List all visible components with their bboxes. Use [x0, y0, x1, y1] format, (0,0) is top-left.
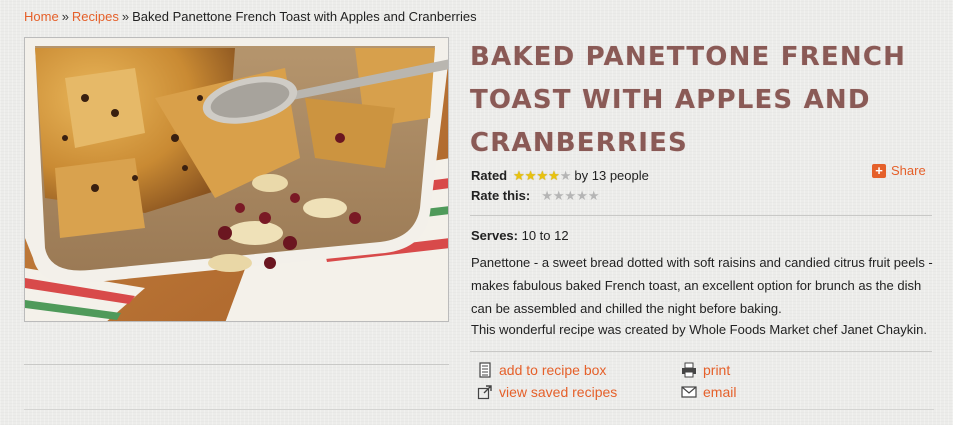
print-link[interactable]: print	[681, 362, 730, 378]
breadcrumb-separator: »	[121, 9, 130, 24]
recipe-description: Panettone - a sweet bread dotted with so…	[471, 255, 933, 316]
rating-summary: Rated ★ ★ ★ ★ ★ by 13 people	[471, 168, 649, 183]
star-filled-icon: ★	[536, 168, 549, 183]
breadcrumb: Home» Recipes» Baked Panettone French Toas…	[24, 9, 477, 24]
average-rating-stars: ★ ★ ★ ★ ★	[513, 169, 571, 182]
rate-star-5-icon[interactable]: ★	[588, 189, 600, 202]
view-saved-recipes-label: view saved recipes	[499, 384, 618, 400]
star-filled-icon: ★	[513, 168, 525, 183]
breadcrumb-recipes-link[interactable]: Recipes	[72, 9, 119, 24]
rating-label: Rated	[471, 168, 508, 183]
recipe-title: Baked Panettone French Toast with Apples…	[470, 42, 907, 158]
share-button[interactable]: + Share	[872, 163, 926, 178]
left-divider	[24, 364, 449, 365]
printer-icon	[681, 362, 697, 378]
rate-stars: ★ ★ ★ ★ ★	[541, 189, 599, 202]
rate-star-3-icon[interactable]: ★	[565, 189, 577, 202]
plus-icon: +	[872, 163, 886, 178]
rating-count: by 13 people	[574, 168, 649, 183]
email-label: email	[703, 384, 737, 400]
breadcrumb-current: Baked Panettone French Toast with Apples…	[132, 9, 477, 24]
breadcrumb-home-link[interactable]: Home	[24, 9, 59, 24]
email-link[interactable]: email	[681, 384, 736, 400]
star-empty-icon: ★	[559, 168, 572, 183]
recipe-photo	[24, 37, 449, 322]
rate-star-4-icon[interactable]: ★	[576, 189, 588, 202]
share-label: Share	[891, 163, 926, 178]
serves-label: Serves:	[471, 228, 518, 243]
serves-value: 10 to 12	[521, 228, 569, 243]
star-filled-icon: ★	[548, 168, 560, 183]
divider	[470, 215, 932, 216]
breadcrumb-separator: »	[61, 9, 69, 24]
serves: Serves: 10 to 12	[471, 228, 569, 243]
print-label: print	[703, 362, 731, 378]
rate-star-2-icon[interactable]: ★	[553, 189, 565, 202]
rate-this: Rate this: ★ ★ ★ ★ ★	[471, 188, 603, 203]
add-to-recipe-box-link[interactable]: add to recipe box	[477, 362, 606, 378]
envelope-icon	[681, 384, 697, 400]
divider	[470, 351, 932, 352]
view-saved-recipes-link[interactable]: view saved recipes	[477, 384, 617, 400]
bottom-divider	[24, 409, 934, 410]
external-link-icon	[477, 384, 493, 400]
star-filled-icon: ★	[524, 168, 537, 183]
rate-this-label: Rate this:	[471, 188, 531, 203]
add-to-recipe-box-label: add to recipe box	[499, 362, 607, 378]
rate-star-1-icon[interactable]: ★	[541, 189, 553, 202]
recipe-credit: This wonderful recipe was created by Who…	[471, 322, 927, 337]
recipe-box-icon	[477, 362, 493, 378]
